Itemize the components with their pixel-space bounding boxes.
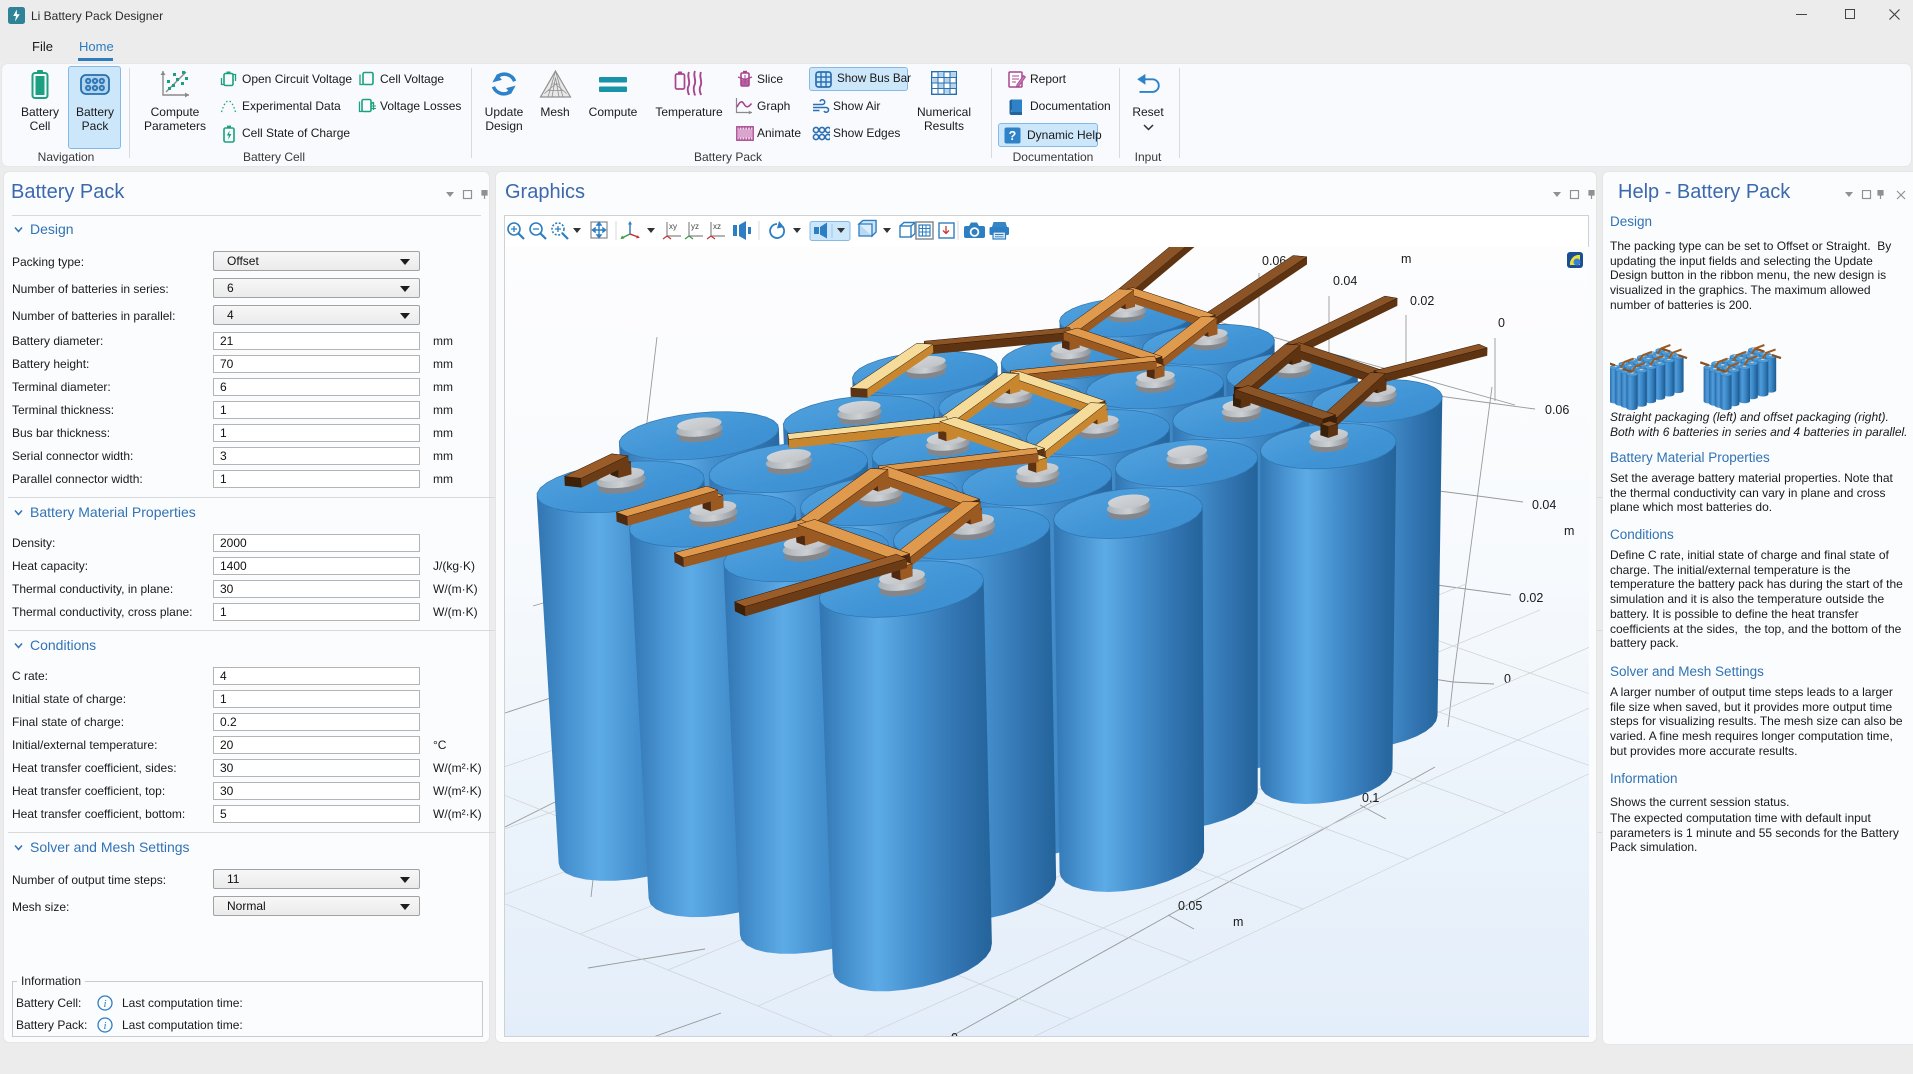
svg-text:i: i — [103, 998, 106, 1010]
svg-text:i: i — [103, 1020, 106, 1032]
svg-text:xz: xz — [713, 222, 721, 231]
svg-text:yz: yz — [691, 222, 699, 231]
svg-text:xy: xy — [669, 222, 677, 231]
svg-text:?: ? — [1009, 129, 1017, 143]
